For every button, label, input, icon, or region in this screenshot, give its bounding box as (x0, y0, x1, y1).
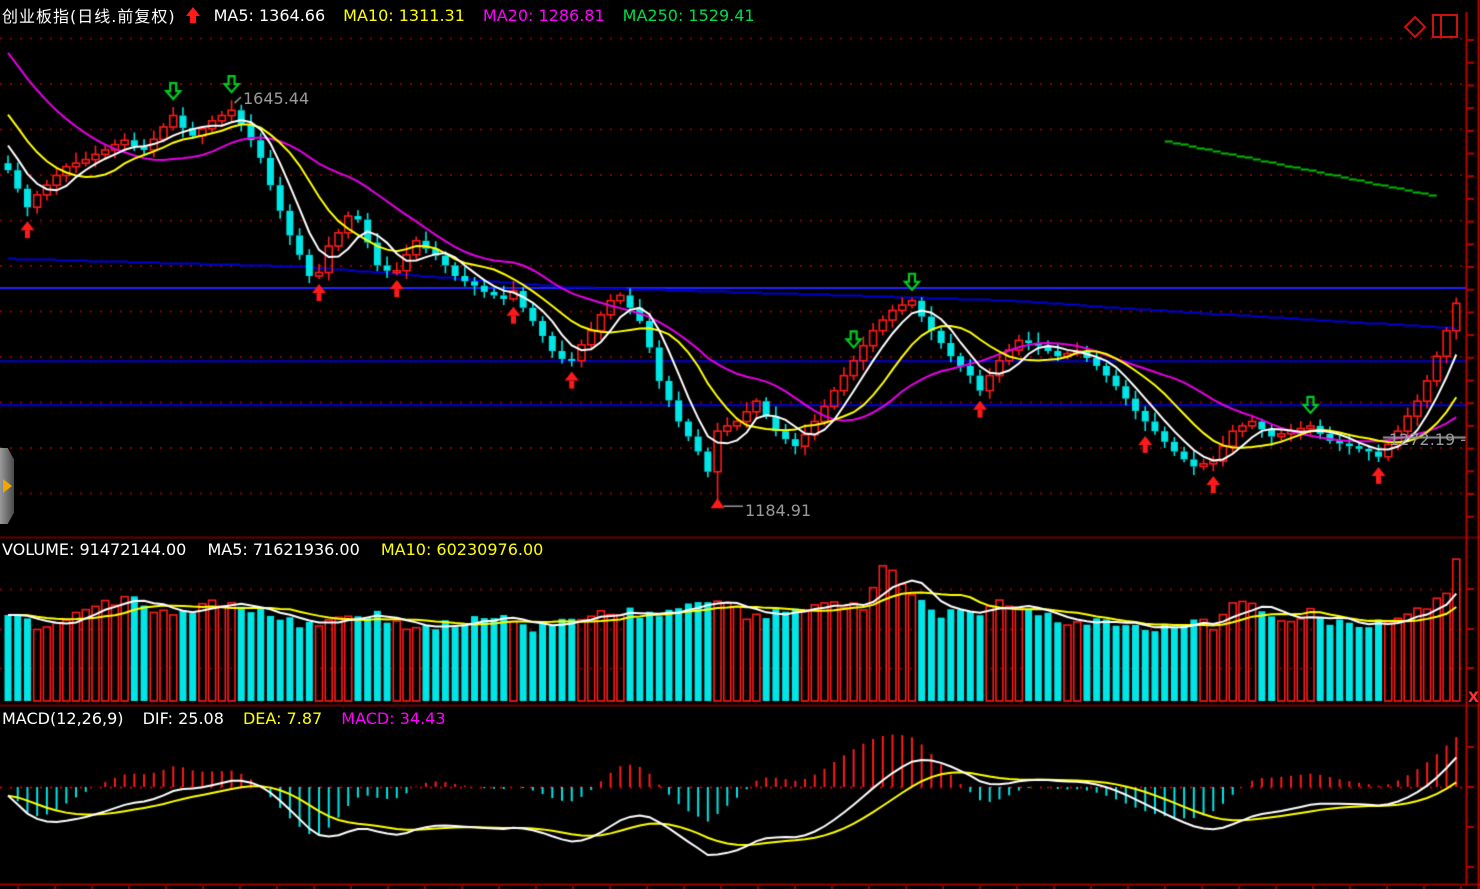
chart-canvas[interactable] (0, 0, 1480, 889)
close-pane-icon[interactable]: X (1468, 690, 1479, 706)
sidebar-expand-handle[interactable] (0, 448, 14, 524)
trading-terminal: { "header": { "title": "创业板指(日线.前复权)", "… (0, 0, 1480, 889)
expand-triangle-icon (3, 479, 12, 493)
split-window-icon[interactable] (1432, 14, 1458, 38)
